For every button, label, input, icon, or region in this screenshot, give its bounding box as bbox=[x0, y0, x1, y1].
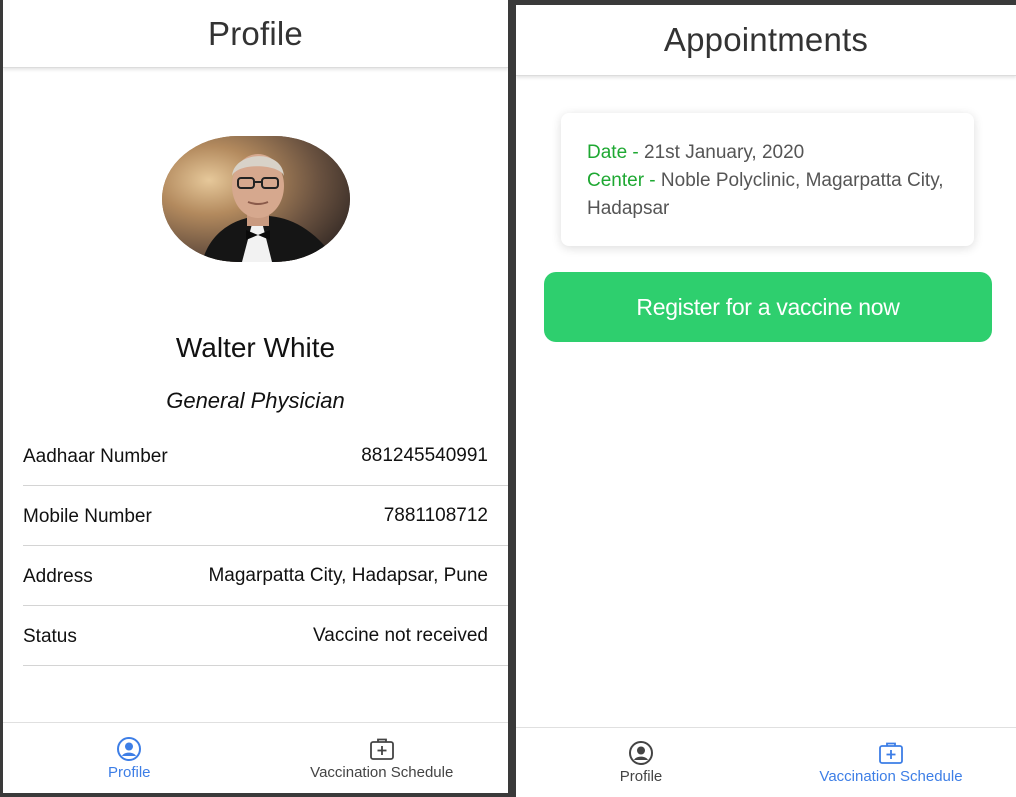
tab-vaccination-schedule[interactable]: Vaccination Schedule bbox=[256, 723, 509, 793]
appointment-center: Center - Noble Polyclinic, Magarpatta Ci… bbox=[587, 167, 948, 223]
info-value: Vaccine not received bbox=[313, 624, 488, 646]
info-row-status: Status Vaccine not received bbox=[23, 606, 508, 666]
person-circle-icon bbox=[117, 736, 142, 761]
info-label: Status bbox=[23, 625, 77, 647]
date-value: 21st January, 2020 bbox=[644, 142, 805, 163]
tab-label: Profile bbox=[619, 768, 663, 785]
person-circle-icon bbox=[629, 741, 653, 765]
center-key: Center - bbox=[587, 170, 661, 191]
avatar bbox=[162, 136, 350, 262]
info-value: Magarpatta City, Hadapsar, Pune bbox=[208, 564, 488, 586]
info-row-mobile: Mobile Number 7881108712 bbox=[23, 486, 508, 546]
tab-profile[interactable]: Profile bbox=[3, 723, 256, 793]
register-vaccine-button[interactable]: Register for a vaccine now bbox=[544, 272, 992, 342]
info-row-address: Address Magarpatta City, Hadapsar, Pune bbox=[23, 546, 508, 606]
appointment-date: Date - 21st January, 2020 bbox=[587, 139, 948, 167]
bottom-tab-bar: Profile Vaccination Schedule bbox=[3, 722, 508, 793]
appointments-screen: Appointments Date - 21st January, 2020 C… bbox=[516, 5, 1016, 797]
user-name: Walter White bbox=[175, 332, 336, 363]
appointment-card: Date - 21st January, 2020 Center - Noble… bbox=[561, 113, 974, 246]
medical-kit-icon bbox=[879, 742, 903, 764]
info-row-aadhaar: Aadhaar Number 881245540991 bbox=[23, 426, 508, 486]
profile-info-list: Aadhaar Number 881245540991 Mobile Numbe… bbox=[23, 426, 508, 666]
profile-screen: Profile Walter White General Physician A… bbox=[3, 0, 508, 793]
tab-label: Vaccination Schedule bbox=[819, 768, 963, 785]
tab-profile[interactable]: Profile bbox=[516, 728, 766, 797]
bottom-tab-bar: Profile Vaccination Schedule bbox=[516, 727, 1016, 797]
tab-label: Profile bbox=[107, 763, 151, 781]
tab-label: Vaccination Schedule bbox=[310, 763, 454, 781]
page-title: Profile bbox=[208, 14, 303, 52]
medical-kit-icon bbox=[369, 738, 394, 760]
info-value: 7881108712 bbox=[383, 504, 488, 526]
profile-header: Profile bbox=[3, 0, 508, 68]
page-title: Appointments bbox=[663, 21, 869, 58]
date-key: Date - bbox=[587, 142, 645, 163]
appointments-header: Appointments bbox=[516, 5, 1016, 76]
info-label: Address bbox=[23, 565, 93, 587]
info-value: 881245540991 bbox=[361, 444, 488, 466]
tab-vaccination-schedule[interactable]: Vaccination Schedule bbox=[766, 728, 1016, 797]
info-label: Aadhaar Number bbox=[23, 445, 168, 467]
user-role: General Physician bbox=[166, 388, 345, 413]
info-label: Mobile Number bbox=[23, 505, 152, 527]
